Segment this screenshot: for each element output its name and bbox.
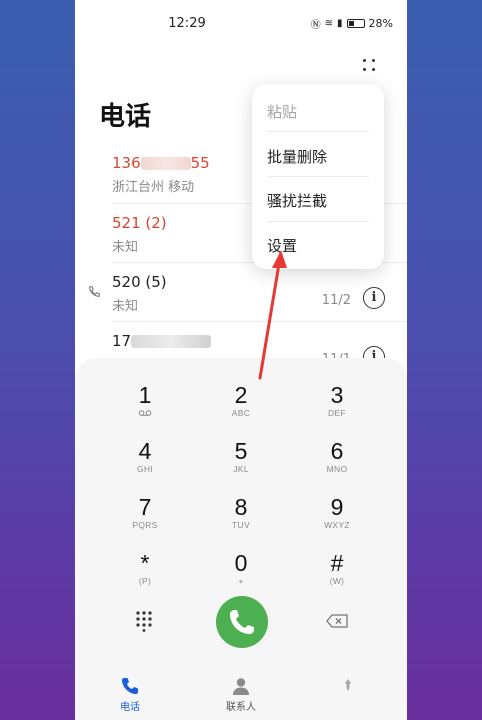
menu-item-paste[interactable]: 粘贴 [267,101,297,122]
backspace-icon[interactable] [326,614,348,628]
call-location: 未知 [112,299,139,314]
battery-icon [346,19,365,28]
dial-key-3[interactable]: 3 DEF [292,382,382,432]
voicemail-icon [138,410,152,416]
page-title: 电话 [99,102,152,132]
more-icon[interactable] [359,56,381,78]
status-icons: Ⓝ ≋ ▮ 28% [311,16,393,31]
tab-contacts[interactable]: 联系人 [206,676,276,713]
dial-key-hash[interactable]: # (W) [292,550,382,600]
dial-key-9[interactable]: 9 WXYZ [292,494,382,544]
dial-key-8[interactable]: 8 TUV [196,494,286,544]
dial-key-1[interactable]: 1 [100,382,190,432]
divider [112,321,407,322]
dial-key-6[interactable]: 6 MNO [292,438,382,488]
phone-tab-icon [122,678,138,694]
status-bar: 12:29 Ⓝ ≋ ▮ 28% [75,0,407,46]
call-location: 未知 [112,240,139,255]
menu-divider [267,221,369,222]
info-icon[interactable]: i [363,287,385,309]
call-number: 17 [112,332,212,350]
dialpad: 1 2 ABC 3 DEF 4 GHI 5 JKL 6 MNO 7 PQRS 8… [75,358,407,720]
wifi-icon: ≋ [324,18,334,29]
call-location: 浙江台州 移动 [112,180,195,195]
phone-icon [230,610,254,634]
call-number: 521 (2) [112,214,167,232]
keypad-icon[interactable] [135,610,153,632]
phone-screen: 12:29 Ⓝ ≋ ▮ 28% 电话 136 55 浙江台州 移动 521 (2)… [75,0,407,720]
contact-icon [233,678,249,695]
outgoing-call-icon [89,286,100,297]
dial-key-star[interactable]: * (P) [100,550,190,600]
call-number: 136 55 [112,154,210,172]
overflow-menu: 粘贴 批量删除 骚扰拦截 设置 [252,84,384,269]
menu-divider [267,131,369,132]
status-time: 12:29 [168,16,206,31]
dial-key-4[interactable]: 4 GHI [100,438,190,488]
dial-key-7[interactable]: 7 PQRS [100,494,190,544]
call-log-item[interactable]: 520 (5) 未知 11/2 i [75,273,407,331]
menu-item-harassment-block[interactable]: 骚扰拦截 [267,190,327,211]
call-button[interactable] [216,596,268,648]
battery-percent: 28% [368,17,393,30]
tab-phone[interactable]: 电话 [95,676,165,713]
menu-divider [267,176,369,177]
call-number: 520 (5) [112,273,167,291]
dial-key-0[interactable]: 0 + [196,550,286,600]
menu-item-settings[interactable]: 设置 [267,235,297,256]
menu-item-batch-delete[interactable]: 批量删除 [267,146,327,167]
nfc-icon: Ⓝ [310,20,321,31]
call-date: 11/2 [321,293,351,308]
dial-key-5[interactable]: 5 JKL [196,438,286,488]
pin-icon[interactable] [341,678,355,692]
tab-bar: 电话 联系人 [75,672,407,720]
sim-icon: ▮ [337,18,343,29]
dial-key-2[interactable]: 2 ABC [196,382,286,432]
